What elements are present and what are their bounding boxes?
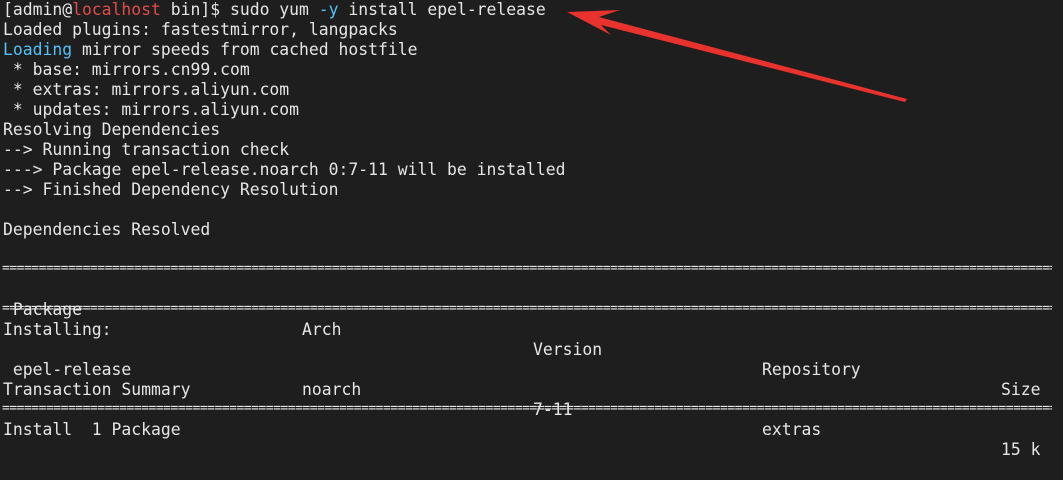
command-line: [admin@localhost bin]$ sudo yum -y insta… [3,0,546,20]
header-size: Size [1001,380,1041,399]
command-args: install epel-release [338,0,546,19]
row-repository: extras [762,420,822,439]
separator-middle: ========================================… [2,304,1052,314]
command-text: sudo yum [229,0,319,19]
separator-top: ========================================… [2,264,1052,274]
command-flag: -y [318,0,339,19]
row-arch: noarch [302,380,362,399]
output-resolved: Dependencies Resolved [3,220,211,239]
prompt-prefix: [admin@ [3,0,73,19]
header-repository: Repository [762,360,861,379]
output-resolving: Resolving Dependencies [3,120,221,139]
output-mirror-base: * base: mirrors.cn99.com [3,60,250,79]
row-package: epel-release [3,360,132,379]
output-summary-title: Transaction Summary [3,380,191,399]
output-mirror-updates: * updates: mirrors.aliyun.com [3,100,300,119]
separator-bottom: ========================================… [2,404,1052,414]
table-row: epel-release noarch 7-11 extras 15 k [0,340,1063,459]
terminal-window[interactable]: [admin@localhost bin]$ sudo yum -y insta… [0,0,1063,459]
output-running: --> Running transaction check [3,140,290,159]
output-package: ---> Package epel-release.noarch 0:7-11 … [3,160,566,179]
output-finished: --> Finished Dependency Resolution [3,180,339,199]
section-installing: Installing: [3,320,112,339]
prompt-hostname: localhost [72,0,161,19]
output-install-count: Install 1 Package [3,420,181,439]
loading-keyword: Loading [3,40,73,59]
prompt-suffix: bin]$ [160,0,230,19]
header-arch: Arch [302,320,342,339]
output-mirror-extras: * extras: mirrors.aliyun.com [3,80,290,99]
loading-text: mirror speeds from cached hostfile [72,40,418,59]
table-header: Package Arch Version Repository Size [0,280,1063,399]
output-loading: Loading mirror speeds from cached hostfi… [3,40,417,60]
row-size: 15 k [1001,440,1041,459]
output-plugins: Loaded plugins: fastestmirror, langpacks [3,20,398,39]
